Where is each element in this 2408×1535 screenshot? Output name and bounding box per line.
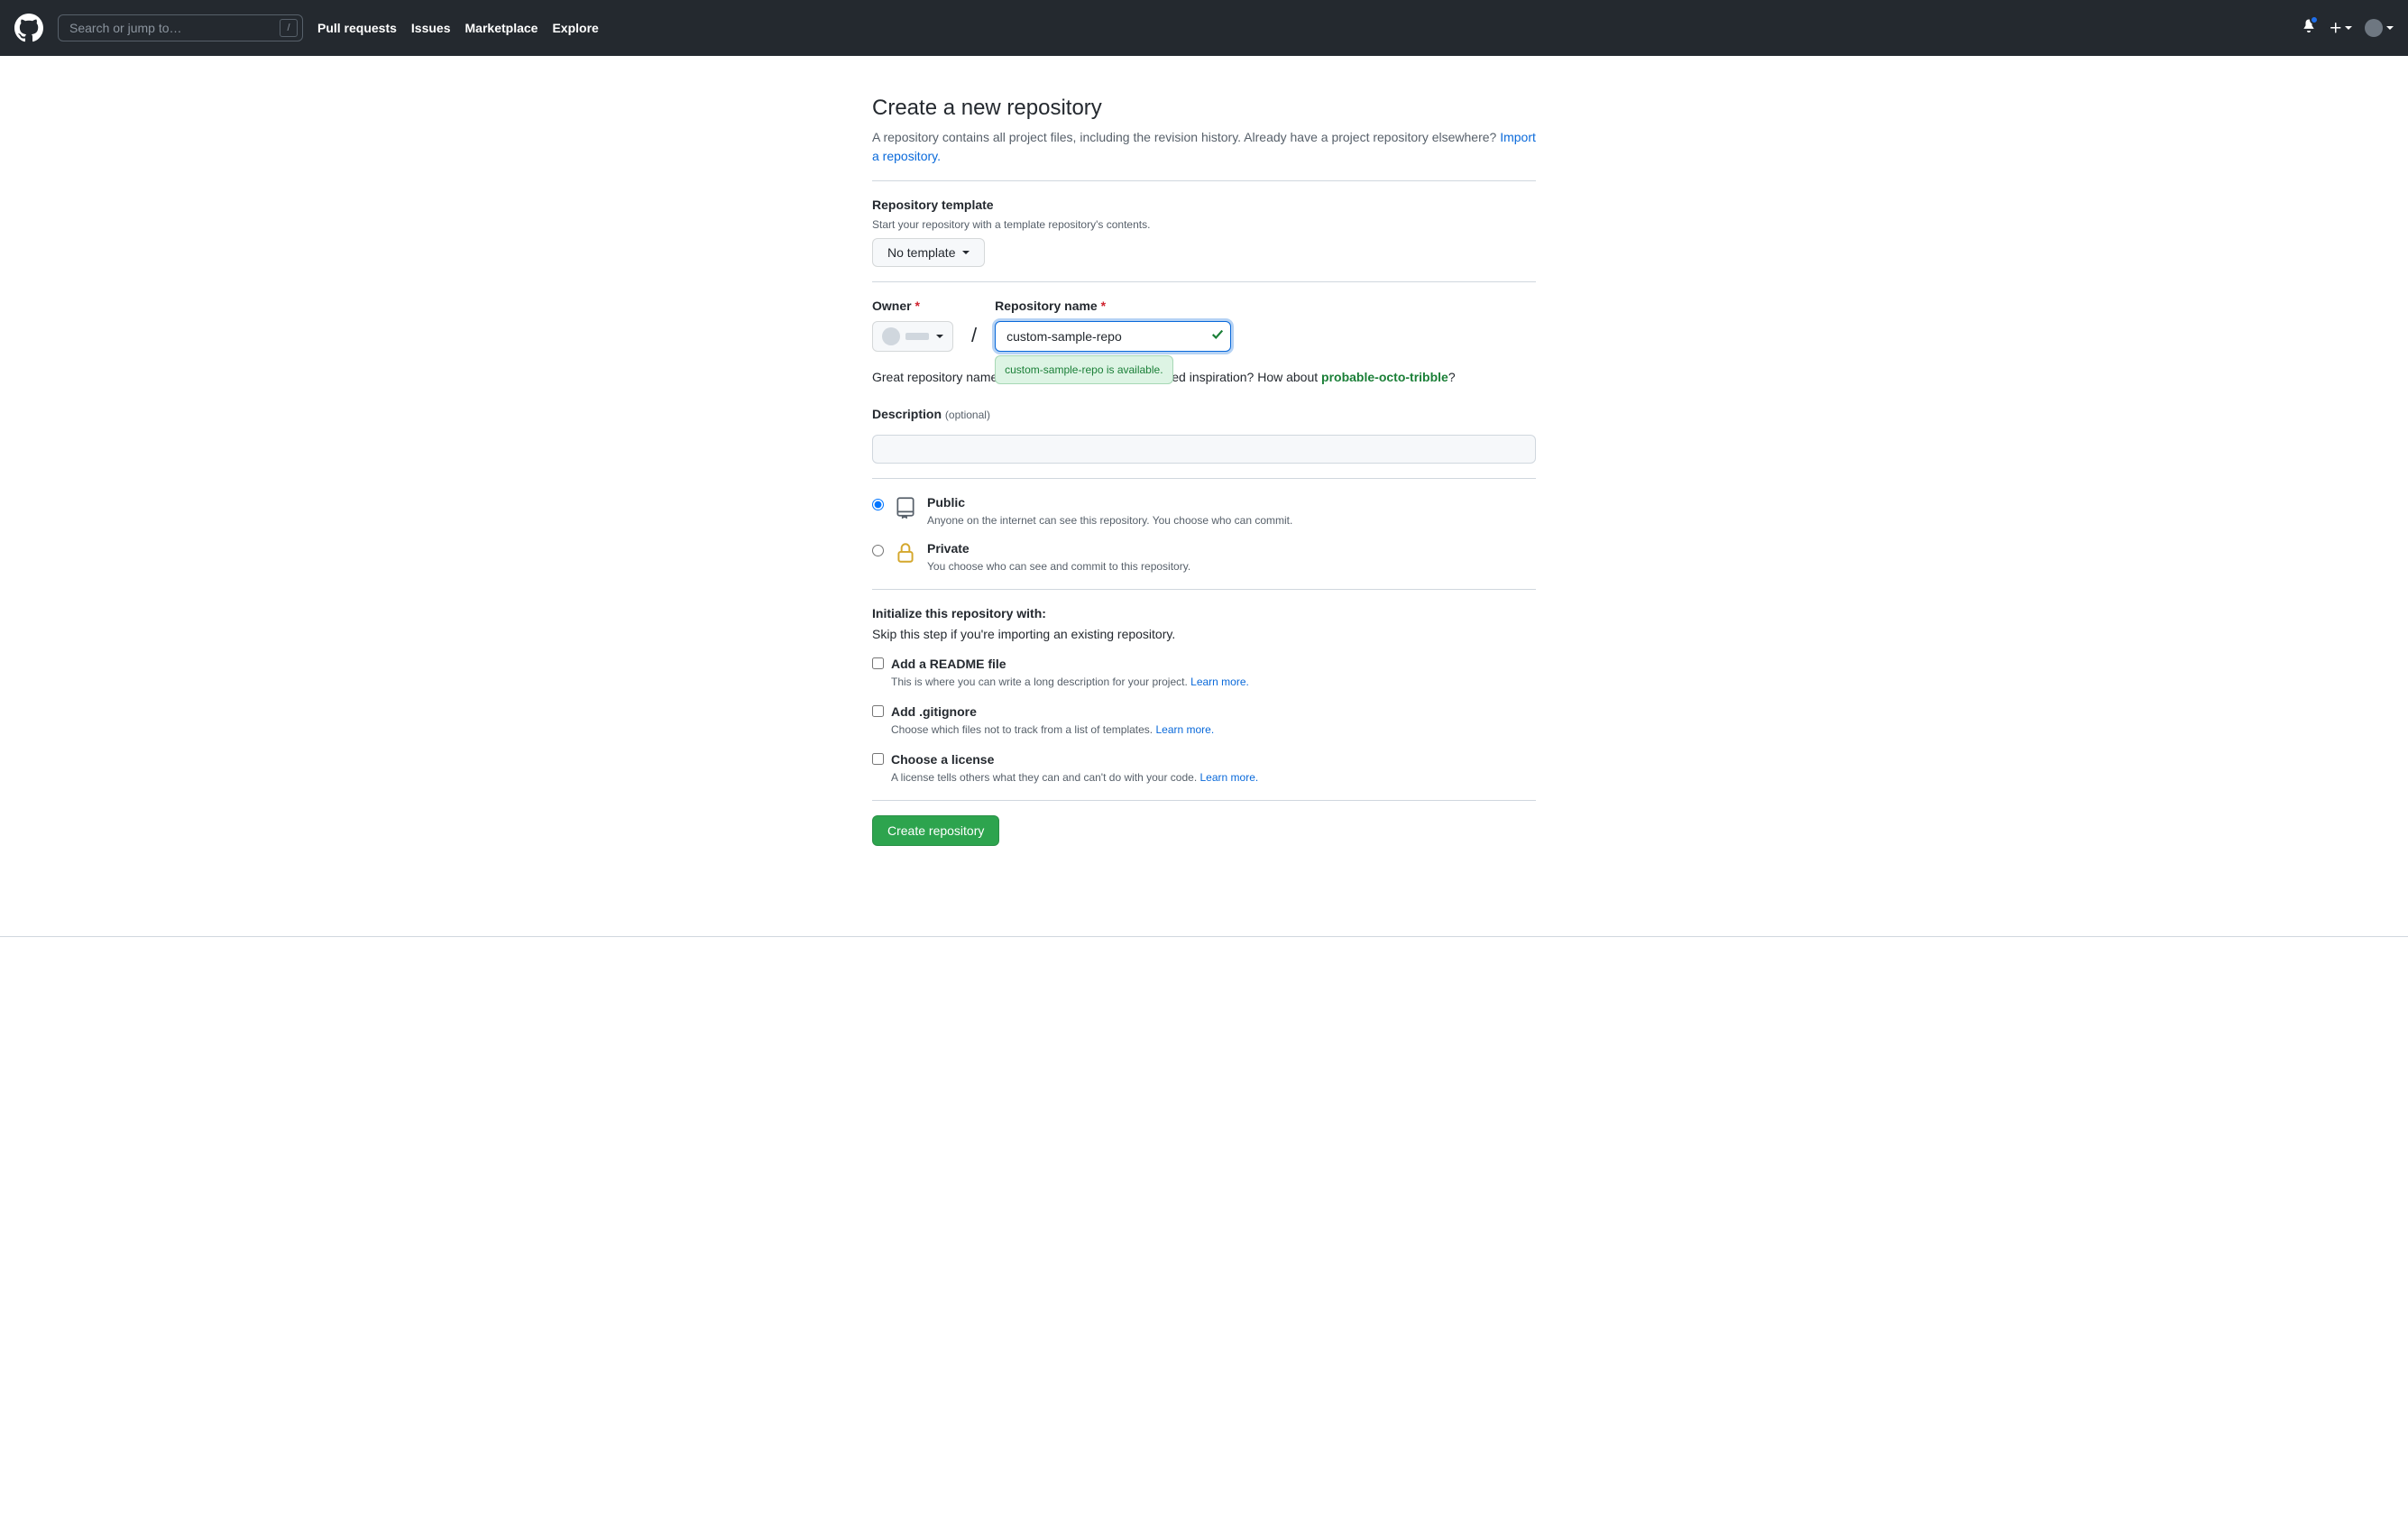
public-radio[interactable] xyxy=(872,499,884,510)
gitignore-desc: Choose which files not to track from a l… xyxy=(891,722,1214,738)
readme-desc: This is where you can write a long descr… xyxy=(891,674,1249,690)
nav-marketplace[interactable]: Marketplace xyxy=(465,19,538,38)
template-subtext: Start your repository with a template re… xyxy=(872,216,1536,233)
readme-learn-more-link[interactable]: Learn more. xyxy=(1190,676,1249,688)
optional-hint: (optional) xyxy=(945,409,990,421)
global-header: / Pull requests Issues Marketplace Explo… xyxy=(0,0,2408,56)
gitignore-checkbox[interactable] xyxy=(872,705,884,717)
license-title: Choose a license xyxy=(891,750,1258,769)
gitignore-title: Add .gitignore xyxy=(891,703,1214,722)
page-subtitle: A repository contains all project files,… xyxy=(872,128,1536,166)
visibility-private-option: Private You choose who can see and commi… xyxy=(872,539,1536,574)
gitignore-learn-more-link[interactable]: Learn more. xyxy=(1155,723,1214,736)
nav-pull-requests[interactable]: Pull requests xyxy=(317,19,397,38)
subtitle-text: A repository contains all project files,… xyxy=(872,130,1500,144)
user-avatar xyxy=(2365,19,2383,37)
nav-issues[interactable]: Issues xyxy=(411,19,451,38)
owner-select-button[interactable] xyxy=(872,321,953,352)
page-title: Create a new repository xyxy=(872,92,1536,124)
repo-icon xyxy=(893,493,918,519)
public-desc: Anyone on the internet can see this repo… xyxy=(927,512,1292,529)
description-label: Description (optional) xyxy=(872,405,1536,424)
lock-icon xyxy=(893,539,918,565)
check-icon xyxy=(1211,327,1224,346)
caret-down-icon xyxy=(2345,26,2352,30)
owner-name-placeholder xyxy=(905,333,929,340)
license-learn-more-link[interactable]: Learn more. xyxy=(1200,771,1259,784)
private-radio[interactable] xyxy=(872,545,884,556)
description-field: Description (optional) xyxy=(872,405,1536,464)
repo-name-field: Repository name * custom-sample-repo is … xyxy=(995,297,1231,352)
search-slash-hint: / xyxy=(280,19,298,37)
nav-explore[interactable]: Explore xyxy=(552,19,598,38)
owner-label: Owner * xyxy=(872,297,953,316)
user-menu[interactable] xyxy=(2365,19,2394,37)
gitignore-option: Add .gitignore Choose which files not to… xyxy=(872,703,1536,738)
visibility-public-option: Public Anyone on the internet can see th… xyxy=(872,493,1536,529)
divider xyxy=(872,180,1536,181)
readme-checkbox[interactable] xyxy=(872,657,884,669)
footer-divider xyxy=(0,936,2408,937)
license-desc: A license tells others what they can and… xyxy=(891,769,1258,786)
plus-icon xyxy=(2329,21,2343,35)
inspiration-line: Great repository names are short and mem… xyxy=(872,368,1536,387)
repo-name-input[interactable] xyxy=(995,321,1231,352)
required-asterisk: * xyxy=(1101,299,1106,313)
init-subtext: Skip this step if you're importing an ex… xyxy=(872,625,1536,644)
header-right xyxy=(2302,18,2394,38)
private-desc: You choose who can see and commit to thi… xyxy=(927,558,1190,574)
divider xyxy=(872,281,1536,282)
template-select-button[interactable]: No template xyxy=(872,238,985,267)
slash-separator: / xyxy=(971,297,977,350)
license-checkbox[interactable] xyxy=(872,753,884,765)
suggested-name-link[interactable]: probable-octo-tribble xyxy=(1321,370,1448,384)
template-heading: Repository template xyxy=(872,196,1536,215)
notifications-button[interactable] xyxy=(2302,18,2316,38)
availability-tooltip: custom-sample-repo is available. xyxy=(995,355,1172,384)
description-input[interactable] xyxy=(872,435,1536,464)
create-repository-button[interactable]: Create repository xyxy=(872,815,999,846)
search-input[interactable] xyxy=(58,14,303,41)
repo-name-label: Repository name * xyxy=(995,297,1231,316)
divider xyxy=(872,800,1536,801)
readme-title: Add a README file xyxy=(891,655,1249,674)
template-button-label: No template xyxy=(887,245,955,260)
readme-option: Add a README file This is where you can … xyxy=(872,655,1536,690)
caret-down-icon xyxy=(2386,26,2394,30)
owner-field: Owner * xyxy=(872,297,953,352)
template-section: Repository template Start your repositor… xyxy=(872,196,1536,267)
divider xyxy=(872,589,1536,590)
public-title: Public xyxy=(927,493,1292,512)
required-asterisk: * xyxy=(914,299,919,313)
owner-avatar xyxy=(882,327,900,345)
caret-down-icon xyxy=(936,335,943,338)
nav-links: Pull requests Issues Marketplace Explore xyxy=(317,19,599,38)
main-container: Create a new repository A repository con… xyxy=(858,56,1550,900)
license-option: Choose a license A license tells others … xyxy=(872,750,1536,786)
notification-dot-icon xyxy=(2310,15,2319,24)
init-heading: Initialize this repository with: xyxy=(872,604,1536,623)
divider xyxy=(872,478,1536,479)
private-title: Private xyxy=(927,539,1190,558)
github-logo[interactable] xyxy=(14,14,43,42)
search-wrap: / xyxy=(58,14,303,41)
owner-repo-row: Owner * / Repository name * custom-sampl… xyxy=(872,297,1536,352)
caret-down-icon xyxy=(962,251,970,254)
create-new-menu[interactable] xyxy=(2329,21,2352,35)
